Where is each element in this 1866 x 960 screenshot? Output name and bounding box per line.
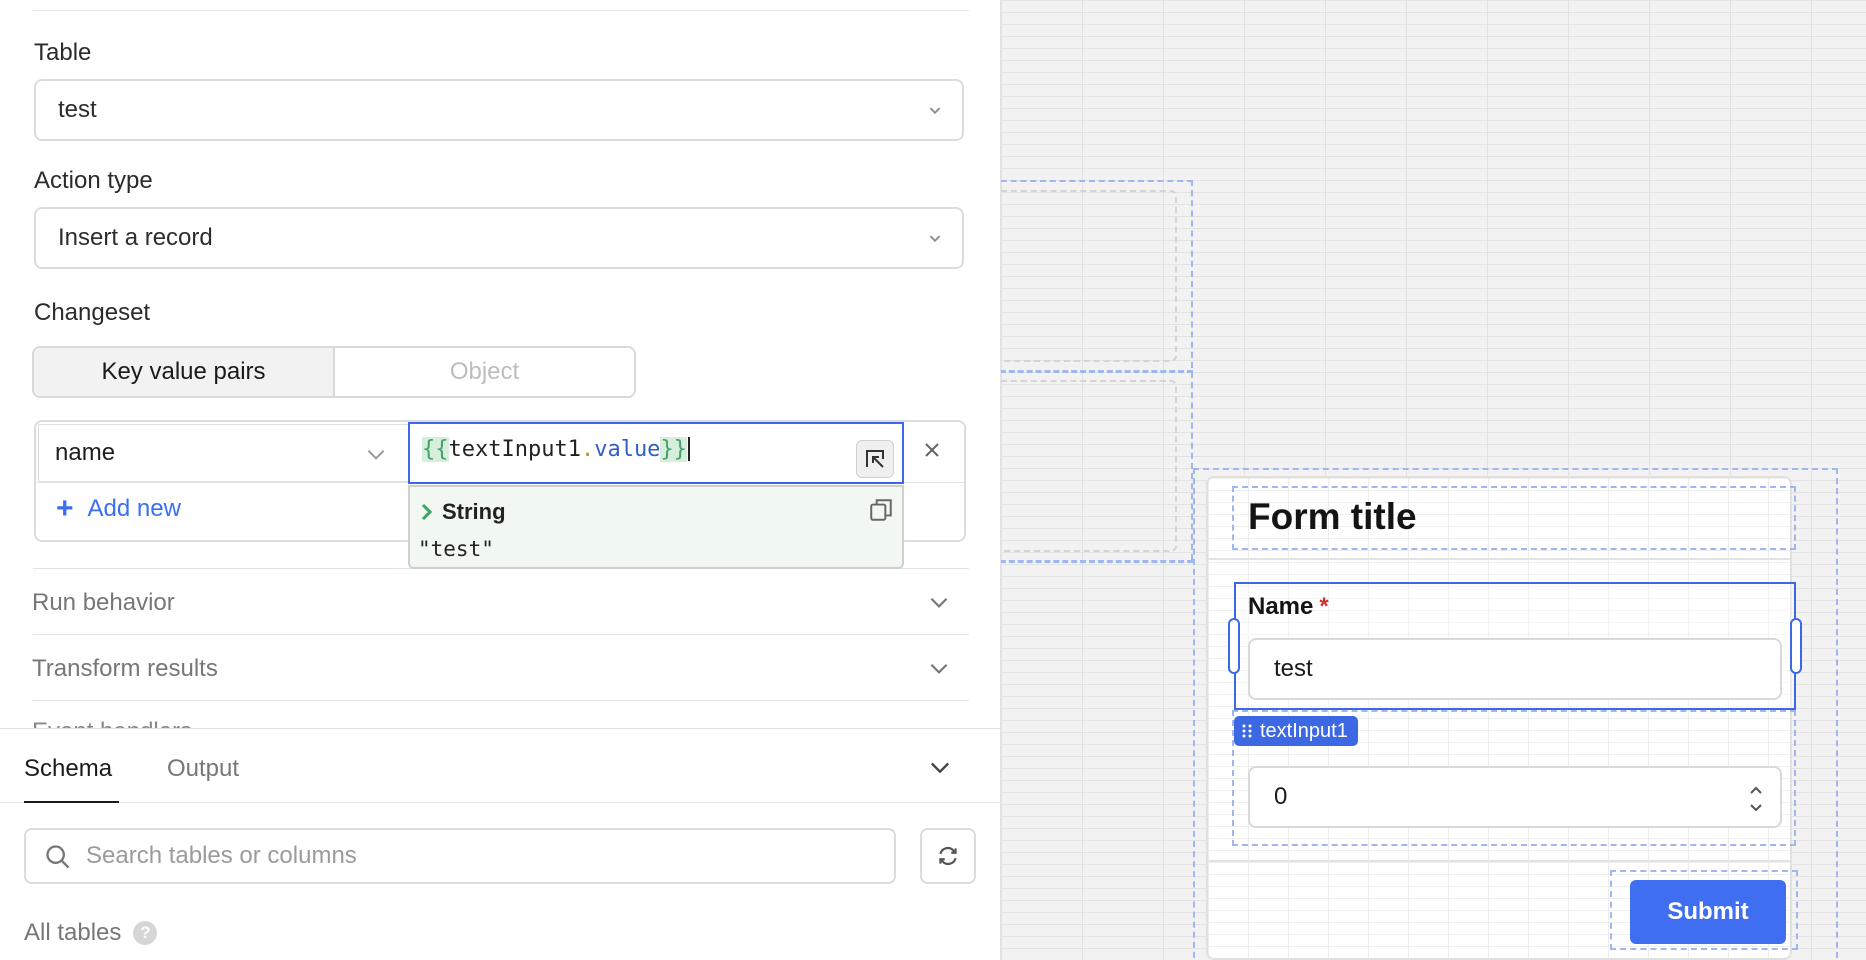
table-label: Table	[34, 39, 92, 66]
chevron-down-icon	[929, 235, 941, 243]
query-editor-panel: Table test Action type Insert a record C…	[0, 0, 1001, 960]
code-open-brace: {{	[422, 436, 449, 462]
form-title[interactable]: Form title	[1248, 496, 1417, 538]
remove-pair-button[interactable]	[914, 432, 950, 468]
chevron-down-icon[interactable]	[926, 753, 954, 781]
preview-type[interactable]: String	[420, 499, 506, 525]
preview-type-label: String	[442, 499, 506, 524]
pair-value-code-input[interactable]: {{textInput1. value}}	[408, 422, 904, 484]
required-mark: *	[1319, 593, 1329, 620]
table-select[interactable]: test	[34, 79, 964, 141]
transform-results-section[interactable]: Transform results	[32, 655, 218, 683]
stepper-icon[interactable]	[1748, 782, 1764, 816]
name-input[interactable]: test	[1248, 638, 1782, 700]
changeset-mode-toggle: Key value pairs Object	[32, 346, 636, 398]
resize-handle-left[interactable]	[1228, 618, 1240, 674]
code-dot: .	[580, 436, 595, 462]
mode-key-value-pairs[interactable]: Key value pairs	[34, 348, 335, 396]
text-cursor	[687, 437, 690, 461]
number-input-value: 0	[1274, 783, 1288, 810]
refresh-icon	[939, 846, 957, 866]
drag-handle-icon	[1242, 724, 1252, 738]
schema-panel: Schema Output Search tables or columns A…	[0, 728, 1000, 960]
event-handlers-section[interactable]: Event handlers	[32, 718, 192, 728]
changeset-label: Changeset	[34, 299, 151, 326]
value-preview-popup: String "test"	[408, 485, 904, 569]
pair-key-value: name	[55, 439, 116, 466]
number-input[interactable]: 0	[1248, 766, 1782, 828]
action-type-select[interactable]: Insert a record	[34, 207, 964, 269]
code-identifier: textInput1	[448, 436, 581, 462]
divider	[33, 10, 969, 11]
run-behavior-section[interactable]: Run behavior	[32, 589, 175, 617]
divider	[33, 700, 969, 701]
refresh-schema-button[interactable]	[920, 828, 976, 884]
name-label-text: Name	[1248, 593, 1314, 620]
active-tab-indicator	[24, 801, 119, 803]
component-outline	[1001, 180, 1193, 182]
divider	[1208, 860, 1790, 862]
pair-key-select[interactable]: name	[38, 424, 410, 482]
chevron-down-icon	[929, 107, 941, 115]
name-input-value: test	[1274, 655, 1313, 682]
table-select-value: test	[58, 96, 97, 123]
action-type-label: Action type	[34, 167, 153, 194]
all-tables-heading: All tables ?	[24, 919, 158, 947]
close-icon	[925, 443, 939, 457]
mode-object[interactable]: Object	[335, 348, 634, 396]
component-outline	[1001, 560, 1193, 563]
action-type-value: Insert a record	[58, 224, 213, 251]
add-new-label: Add new	[87, 495, 181, 522]
component-name-tag[interactable]: textInput1	[1234, 716, 1358, 746]
component-outline	[1001, 370, 1193, 373]
code-close-brace: }}	[660, 436, 687, 462]
component-outline	[1001, 380, 1177, 552]
add-new-button[interactable]: + Add new	[56, 494, 181, 524]
divider	[0, 802, 1000, 803]
all-tables-label: All tables	[24, 919, 122, 946]
name-label: Name *	[1248, 593, 1329, 621]
help-icon[interactable]: ?	[133, 921, 158, 945]
chevron-right-icon	[421, 503, 433, 521]
component-name-label: textInput1	[1260, 719, 1348, 742]
copy-icon[interactable]	[868, 497, 894, 523]
search-icon	[46, 845, 70, 869]
component-outline	[1001, 190, 1177, 362]
chevron-down-icon	[367, 450, 385, 460]
submit-button[interactable]: Submit	[1630, 880, 1786, 944]
schema-search-input[interactable]: Search tables or columns	[24, 828, 896, 884]
form-component: Form title Name * test 0 textInput1 Submi…	[1206, 476, 1802, 960]
divider	[1208, 558, 1790, 560]
app-canvas: Form title Name * test 0 textInput1 Submi…	[1001, 0, 1866, 960]
expand-editor-button[interactable]	[856, 440, 894, 478]
plus-icon: +	[56, 492, 74, 525]
resize-handle-right[interactable]	[1790, 618, 1802, 674]
code-property: value	[594, 436, 661, 462]
divider	[33, 634, 969, 635]
chevron-down-icon[interactable]	[926, 655, 952, 681]
tab-schema[interactable]: Schema	[24, 755, 112, 783]
chevron-down-icon[interactable]	[926, 589, 952, 615]
search-placeholder: Search tables or columns	[86, 842, 357, 869]
preview-value: "test"	[418, 537, 494, 561]
expand-icon	[866, 450, 884, 468]
tab-output[interactable]: Output	[167, 755, 239, 783]
